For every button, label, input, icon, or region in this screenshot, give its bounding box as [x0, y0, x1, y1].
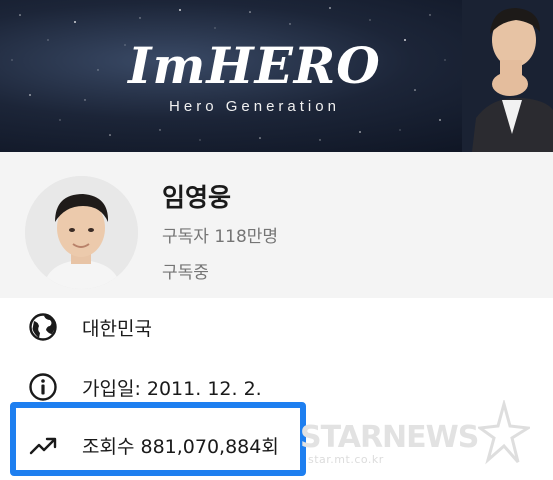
channel-name[interactable]: 임영웅 [162, 178, 231, 214]
view-count-highlight [10, 402, 306, 476]
subscribe-status[interactable]: 구독중 [162, 258, 209, 283]
subscriber-count: 구독자 118만명 [162, 227, 279, 247]
info-icon [29, 373, 57, 401]
channel-profile-section: 임영웅 구독자 118만명 구독중 [0, 152, 553, 298]
channel-banner: ImHERO Hero Generation [0, 0, 553, 152]
joined-date-row: 가입일: 2011. 12. 2. [0, 366, 553, 406]
joined-date-label: 가입일: 2011. 12. 2. [82, 378, 262, 400]
watermark-url: star.mt.co.kr [308, 453, 384, 466]
globe-icon [29, 313, 57, 341]
banner-artist-photo [462, 0, 553, 152]
country-row: 대한민국 [0, 306, 553, 346]
watermark-star-icon [478, 400, 530, 465]
banner-title: ImHERO [128, 36, 381, 95]
watermark-brand: STARNEWS [300, 420, 479, 455]
banner-subtitle: Hero Generation [169, 98, 340, 115]
country-label: 대한민국 [82, 318, 152, 340]
avatar-portrait [25, 176, 138, 289]
channel-avatar[interactable] [25, 176, 138, 289]
